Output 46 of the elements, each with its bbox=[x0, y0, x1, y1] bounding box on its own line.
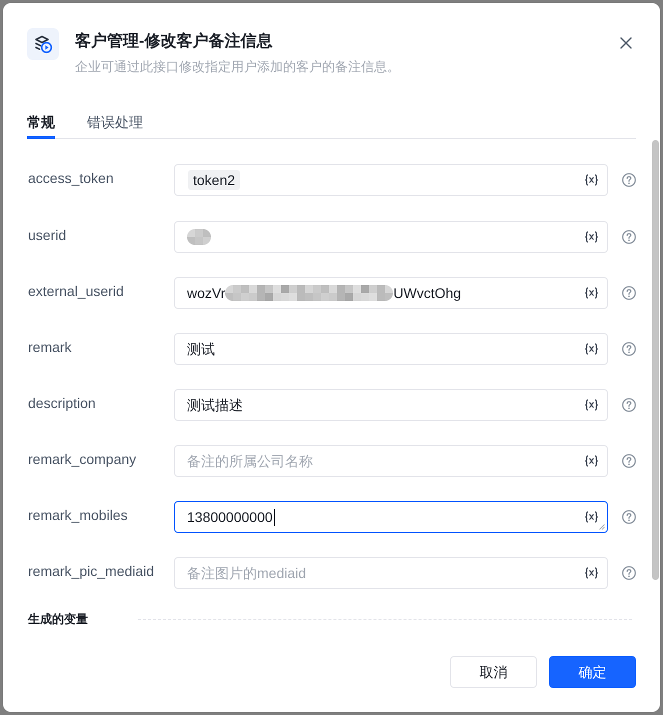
field-label: remark_company bbox=[28, 450, 138, 469]
text-cursor bbox=[274, 508, 275, 526]
redaction-blur bbox=[187, 229, 211, 245]
input-field[interactable] bbox=[174, 221, 608, 253]
field-label: description bbox=[28, 394, 97, 413]
help-icon[interactable] bbox=[622, 342, 636, 356]
input-field[interactable]: 测试描述 bbox=[174, 389, 608, 421]
tab[interactable]: 常规 bbox=[27, 111, 55, 139]
input-field[interactable]: wozVr UWvctOhg bbox=[174, 277, 608, 309]
module-icon bbox=[27, 28, 59, 60]
help-icon[interactable] bbox=[622, 566, 636, 580]
variable-icon[interactable] bbox=[584, 287, 599, 299]
field-label: remark_pic_mediaid bbox=[28, 562, 156, 581]
input-field[interactable]: 备注图片的mediaid bbox=[174, 557, 608, 589]
token-tag: token2 bbox=[188, 170, 240, 190]
help-icon[interactable] bbox=[622, 286, 636, 300]
help-icon[interactable] bbox=[622, 173, 636, 187]
input-field[interactable]: 13800000000 bbox=[174, 501, 608, 533]
input-field[interactable]: 测试 bbox=[174, 333, 608, 365]
help-icon[interactable] bbox=[622, 510, 636, 524]
input-field[interactable]: 备注的所属公司名称 bbox=[174, 445, 608, 477]
tab[interactable]: 错误处理 bbox=[87, 111, 143, 139]
section-title: 生成的变量 bbox=[28, 611, 89, 628]
close-icon bbox=[620, 37, 632, 49]
help-icon[interactable] bbox=[622, 230, 636, 244]
field-label: userid bbox=[28, 226, 68, 245]
resize-grip-icon[interactable] bbox=[599, 524, 605, 530]
variable-icon[interactable] bbox=[584, 231, 599, 243]
field-label: external_userid bbox=[28, 282, 125, 301]
confirm-button[interactable]: 确定 bbox=[549, 656, 636, 688]
variable-icon[interactable] bbox=[584, 455, 599, 467]
field-label: access_token bbox=[28, 169, 115, 188]
input-field[interactable]: token2 bbox=[174, 164, 608, 196]
variable-icon[interactable] bbox=[584, 343, 599, 355]
dialog-subtitle: 企业可通过此接口修改指定用户添加的客户的备注信息。 bbox=[75, 58, 401, 76]
variable-icon[interactable] bbox=[584, 567, 599, 579]
scrollbar-thumb[interactable] bbox=[652, 140, 659, 580]
variable-icon[interactable] bbox=[584, 511, 599, 523]
dialog-title: 客户管理-修改客户备注信息 bbox=[75, 31, 274, 52]
help-icon[interactable] bbox=[622, 398, 636, 412]
variable-icon[interactable] bbox=[584, 174, 599, 186]
cancel-button[interactable]: 取消 bbox=[450, 656, 537, 688]
variable-icon[interactable] bbox=[584, 399, 599, 411]
field-label: remark bbox=[28, 338, 73, 357]
help-icon[interactable] bbox=[622, 454, 636, 468]
field-label: remark_mobiles bbox=[28, 506, 129, 525]
